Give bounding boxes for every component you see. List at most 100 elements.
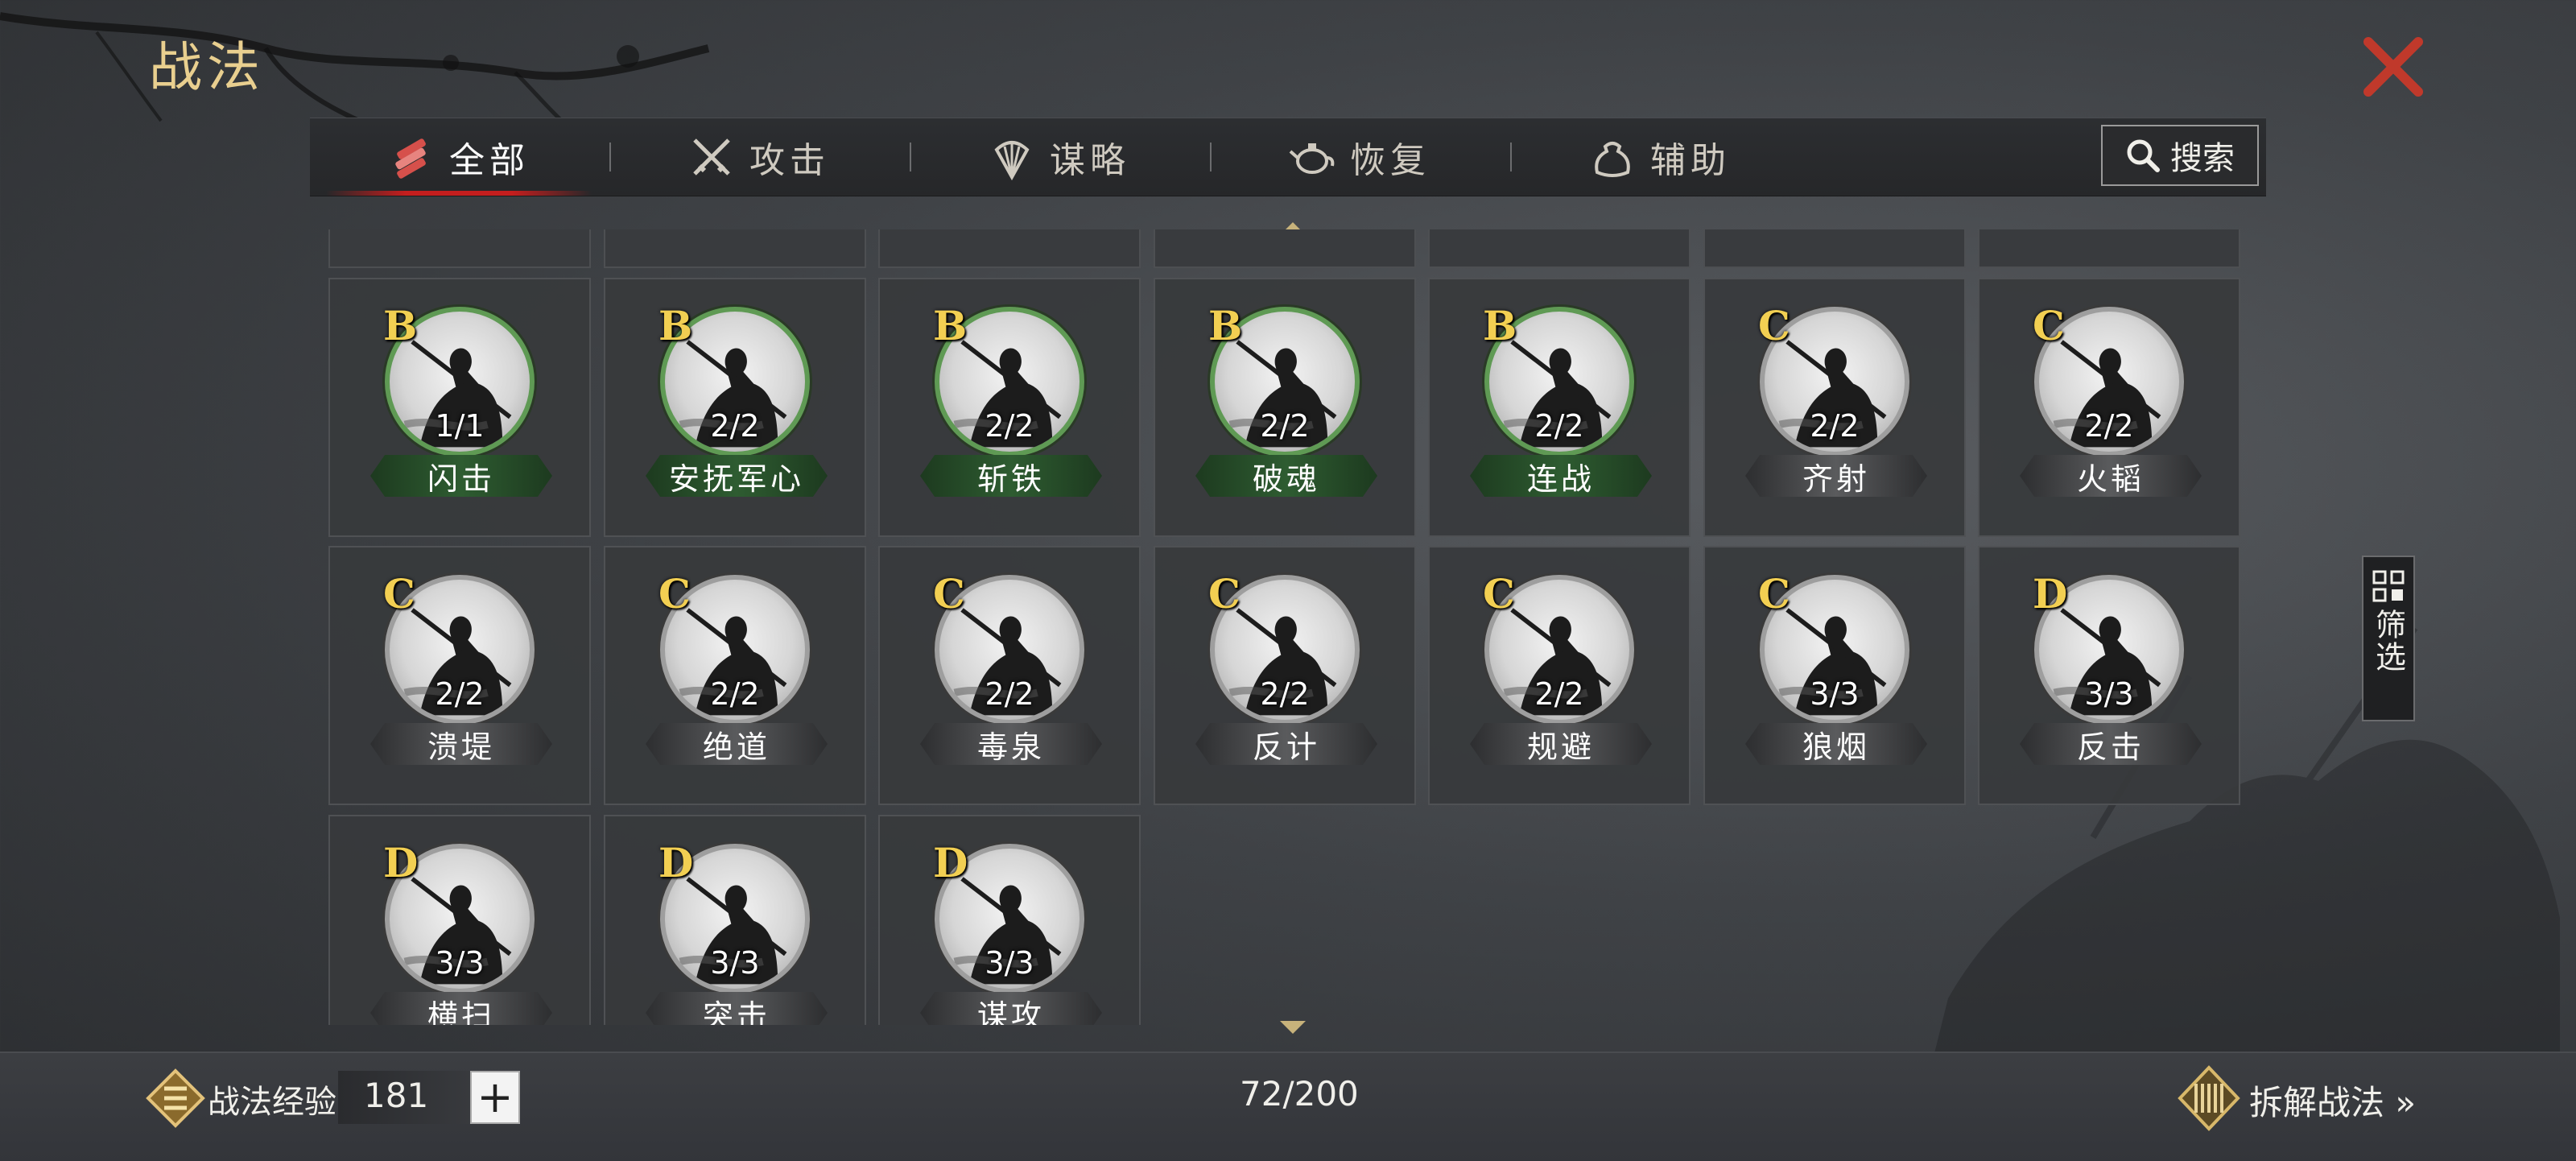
tactic-name: 绝道 [646, 723, 828, 765]
tactic-grade: B [1483, 302, 1517, 349]
search-button[interactable]: 搜索 [2101, 125, 2259, 186]
tactic-name: 闪击 [370, 455, 552, 497]
page-title: 战法 [149, 36, 265, 98]
tactic-card[interactable]: C 2/2 溃堤 [328, 546, 591, 805]
tactic-grid[interactable]: B 1/1 闪击 B 2/2 安抚军心 B 2/2 斩铁 B 2/2 破魂 B 2/2 连战 C 2/2 齐射 C 2… [328, 229, 2241, 1025]
tactic-card[interactable]: B 2/2 斩铁 [878, 278, 1141, 537]
tactic-name: 破魂 [1195, 455, 1377, 497]
tactic-level: 3/3 [435, 945, 485, 981]
tactic-level: 2/2 [1260, 408, 1310, 444]
dismantle-icon [2178, 1065, 2240, 1131]
tactic-exp-icon [146, 1068, 205, 1128]
tactic-grade: D [933, 839, 968, 886]
tab-recovery[interactable]: 恢复 [1211, 118, 1509, 196]
tactic-level: 2/2 [985, 676, 1034, 712]
tactic-card[interactable]: C 2/2 规避 [1428, 546, 1690, 805]
tactic-card[interactable]: C 3/3 狼烟 [1703, 546, 1966, 805]
partial-card [1978, 229, 2240, 268]
tactic-name: 横扫 [370, 992, 552, 1025]
partial-card [878, 229, 1141, 268]
tactic-grade: C [1208, 570, 1241, 618]
partial-card [1154, 229, 1416, 268]
tactic-name: 连战 [1470, 455, 1652, 497]
tactic-card[interactable]: C 2/2 绝道 [604, 546, 866, 805]
filter-button[interactable]: 筛选 [2362, 556, 2415, 721]
tactic-level: 2/2 [1260, 676, 1310, 712]
tactic-level: 3/3 [2084, 676, 2134, 712]
tactic-level: 2/2 [1810, 408, 1860, 444]
exp-label: 战法经验 [208, 1084, 336, 1121]
tactic-grade: B [383, 302, 418, 349]
tactic-card[interactable]: D 3/3 谋攻 [878, 815, 1141, 1025]
tab-attack-label: 攻击 [749, 140, 830, 181]
tactic-name: 安抚军心 [646, 455, 828, 497]
tactic-grade: C [1758, 302, 1790, 349]
tactic-grade: D [658, 839, 694, 886]
partial-card [604, 229, 866, 268]
tab-strategy-label: 谋略 [1050, 140, 1130, 181]
tactic-name: 狼烟 [1745, 723, 1927, 765]
tactic-count: 72/200 [1240, 1074, 1359, 1113]
tab-all[interactable]: 全部 [310, 118, 608, 196]
tactic-card[interactable]: D 3/3 反击 [1978, 546, 2240, 805]
tactic-name: 毒泉 [920, 723, 1102, 765]
partial-card [1428, 229, 1690, 268]
tab-strategy[interactable]: 谋略 [910, 118, 1208, 196]
partial-row-above [328, 229, 2241, 268]
category-tab-bar: 全部 攻击 谋略 恢复 辅助 [310, 118, 2266, 196]
tactic-grade: D [2033, 570, 2068, 618]
tactic-grade: C [1758, 570, 1790, 618]
tab-support-label: 辅助 [1650, 140, 1731, 181]
tactic-name: 反计 [1195, 723, 1377, 765]
search-icon [2127, 139, 2160, 172]
tactic-grade: C [383, 570, 415, 618]
tactic-card[interactable]: C 2/2 火韬 [1978, 278, 2240, 537]
tactic-level: 3/3 [1810, 676, 1860, 712]
tab-attack[interactable]: 攻击 [610, 118, 908, 196]
teapot-icon [1289, 143, 1335, 174]
tactic-name: 反击 [2020, 723, 2202, 765]
tactic-level: 2/2 [710, 676, 760, 712]
add-exp-button[interactable]: + [470, 1071, 520, 1124]
partial-card [328, 229, 591, 268]
tab-all-label: 全部 [449, 140, 530, 181]
tactic-level: 2/2 [710, 408, 760, 444]
tactic-card[interactable]: D 3/3 突击 [604, 815, 866, 1025]
tactic-level: 3/3 [710, 945, 760, 981]
tactic-grade: C [1483, 570, 1515, 618]
close-button[interactable] [2359, 32, 2428, 101]
filter-button-label: 筛选 [2370, 609, 2406, 673]
tactic-name: 突击 [646, 992, 828, 1025]
tactic-card[interactable]: B 2/2 破魂 [1154, 278, 1416, 537]
partial-card [1703, 229, 1966, 268]
tab-support[interactable]: 辅助 [1511, 118, 1809, 196]
tactic-level: 3/3 [985, 945, 1034, 981]
tactic-card[interactable]: B 1/1 闪击 [328, 278, 591, 537]
tab-recovery-label: 恢复 [1350, 140, 1430, 181]
tactic-grade: C [933, 570, 965, 618]
tactic-card[interactable]: D 3/3 横扫 [328, 815, 591, 1025]
tactic-card[interactable]: B 2/2 安抚军心 [604, 278, 866, 537]
tactic-name: 火韬 [2020, 455, 2202, 497]
tactic-grade: B [658, 302, 693, 349]
tactic-level: 2/2 [1534, 408, 1584, 444]
tactic-grade: B [933, 302, 968, 349]
tactic-name: 规避 [1470, 723, 1652, 765]
tactic-name: 斩铁 [920, 455, 1102, 497]
search-button-label: 搜索 [2170, 140, 2235, 177]
tactic-card[interactable]: B 2/2 连战 [1428, 278, 1690, 537]
tactic-card[interactable]: C 2/2 齐射 [1703, 278, 1966, 537]
tactic-grade: C [658, 570, 691, 618]
tactic-name: 谋攻 [920, 992, 1102, 1025]
tactic-level: 2/2 [2084, 408, 2134, 444]
tactic-name: 齐射 [1745, 455, 1927, 497]
tactic-grade: C [2033, 302, 2065, 349]
close-icon [2363, 37, 2423, 97]
tactic-level: 2/2 [1534, 676, 1584, 712]
tactic-card[interactable]: C 2/2 毒泉 [878, 546, 1141, 805]
tactic-grade: D [383, 839, 419, 886]
tactic-card[interactable]: C 2/2 反计 [1154, 546, 1416, 805]
pouch-icon [1595, 142, 1630, 177]
dismantle-tactic-button[interactable]: 拆解战法 » [2249, 1076, 2416, 1125]
tactic-level: 1/1 [435, 408, 485, 444]
